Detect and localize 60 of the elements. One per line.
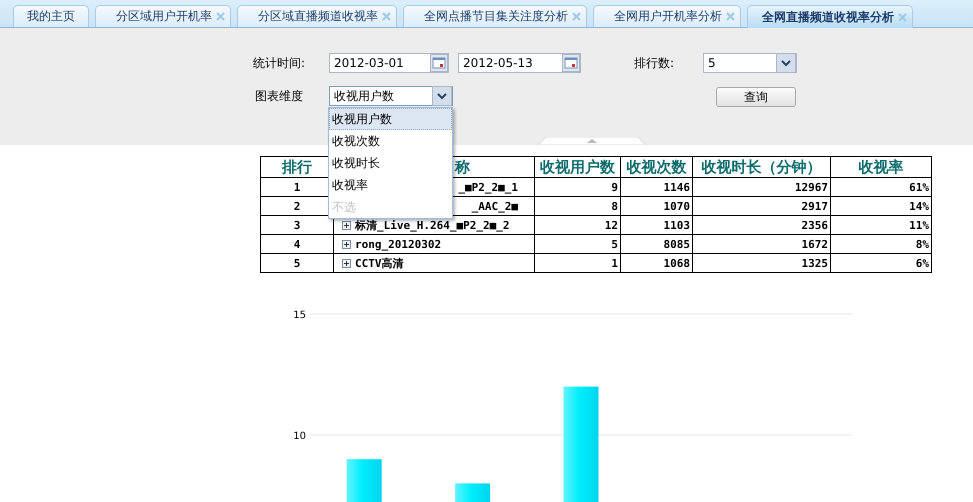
table-cell: 9 xyxy=(534,178,620,196)
dimension-select[interactable]: 收视用户数 xyxy=(329,86,453,106)
table-cell: _■P2_2■_1 xyxy=(458,180,518,194)
table-cell: 标清_Live_H.264_■P2_2■_2 xyxy=(355,218,510,232)
table-cell: 11% xyxy=(830,216,932,234)
table-cell: 8% xyxy=(830,234,932,254)
tab[interactable]: 全网用户开机率分析 xyxy=(593,5,741,27)
column-header: 收视次数 xyxy=(620,156,692,178)
table-cell: 12 xyxy=(534,216,620,234)
table-cell: 61% xyxy=(830,178,932,196)
chevron-down-icon[interactable] xyxy=(432,86,452,106)
dropdown-option[interactable]: 收视用户数 xyxy=(329,108,452,130)
table-cell: 1070 xyxy=(620,196,692,216)
table-cell: 12967 xyxy=(692,178,830,196)
table-cell: 1 xyxy=(534,254,620,272)
table-cell: 3 xyxy=(260,216,334,234)
query-button[interactable]: 查询 xyxy=(716,87,796,107)
table-cell: 5 xyxy=(260,254,334,272)
table-cell: 8 xyxy=(534,196,620,216)
field-label: 统计时间: xyxy=(253,54,306,72)
expand-icon[interactable] xyxy=(342,220,351,230)
tab[interactable]: 全网直播频道收视率分析 xyxy=(747,5,913,28)
chevron-down-icon[interactable] xyxy=(776,53,796,73)
bar xyxy=(346,459,382,502)
expand-icon[interactable] xyxy=(342,258,351,268)
start-date-field[interactable]: 2012-03-01 xyxy=(329,53,449,73)
table-cell: 6% xyxy=(830,254,932,272)
table-cell: 4 xyxy=(260,234,334,254)
table-cell: 1068 xyxy=(620,254,692,272)
collapse-handle[interactable] xyxy=(538,137,646,145)
column-header: 收视时长（分钟） xyxy=(692,156,830,178)
dropdown-option[interactable]: 收视次数 xyxy=(329,130,452,152)
calendar-icon[interactable] xyxy=(430,54,448,72)
field-label: 排行数: xyxy=(634,54,676,72)
tab[interactable]: 分区域直播频道收视率 xyxy=(237,5,397,27)
table-cell: rong_20120302 xyxy=(355,238,442,250)
table-cell: 8085 xyxy=(620,234,692,254)
table-cell: 1325 xyxy=(692,254,830,272)
calendar-icon[interactable] xyxy=(562,54,580,72)
expand-icon[interactable] xyxy=(342,240,351,248)
tab[interactable]: 全网点播节目集关注度分析 xyxy=(403,5,587,27)
table-cell: 5 xyxy=(534,234,620,254)
tab[interactable]: 分区域用户开机率 xyxy=(95,5,231,27)
column-header: 收视率 xyxy=(830,156,932,178)
table-cell: 1146 xyxy=(620,178,692,196)
column-header: 收视用户数 xyxy=(534,156,620,178)
rank-select[interactable]: 5 xyxy=(703,53,797,73)
table-cell: 1103 xyxy=(620,216,692,234)
axis-tick-label: 10 xyxy=(293,431,306,442)
table-cell: CCTV高清 xyxy=(355,256,404,270)
table-cell: 2356 xyxy=(692,216,830,234)
table-cell: 14% xyxy=(830,196,932,216)
tab[interactable]: 我的主页 xyxy=(13,5,89,27)
axis-tick-label: 15 xyxy=(293,310,306,321)
table-cell: 2917 xyxy=(692,196,830,216)
field-label: 图表维度 xyxy=(255,88,304,104)
table-cell: _AAC_2■ xyxy=(472,200,518,212)
table-cell: 1672 xyxy=(692,234,830,254)
end-date-field[interactable]: 2012-05-13 xyxy=(458,53,581,73)
bar xyxy=(455,483,490,502)
